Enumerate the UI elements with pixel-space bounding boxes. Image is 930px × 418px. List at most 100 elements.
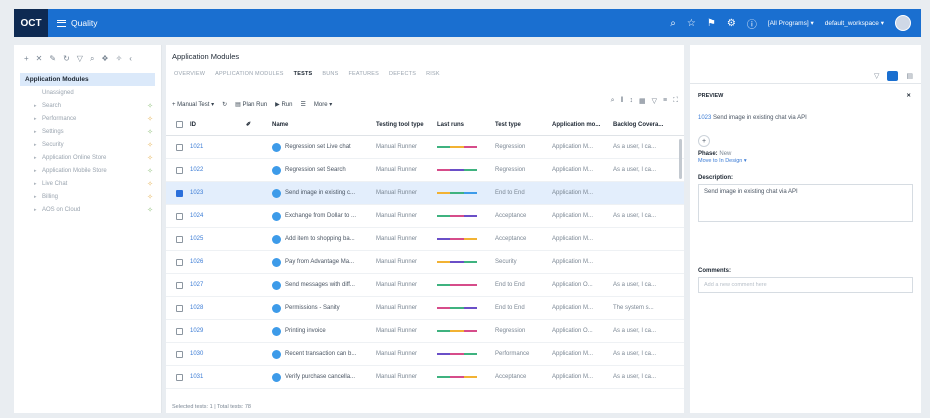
expand-arrow-icon[interactable]: ▸ [34, 194, 42, 200]
table-row[interactable]: 1030 Recent transaction can b... Manual Ru… [166, 343, 684, 366]
notification-icon[interactable]: ⚑ [707, 18, 716, 29]
expand-arrow-icon[interactable]: ▸ [34, 181, 42, 187]
help-icon[interactable]: ⓘ [747, 16, 757, 31]
column-header-backlog[interactable]: Backlog Covera... [613, 114, 663, 135]
tree-item[interactable]: ▸ Performance ✧ [14, 112, 161, 125]
test-name[interactable]: Regression set Search [272, 159, 376, 181]
column-header-name[interactable]: Name [272, 114, 376, 135]
column-header-last-runs[interactable]: Last runs [437, 114, 487, 135]
tree-item[interactable]: ▸ AOS on Cloud ✧ [14, 203, 161, 216]
tree-item[interactable]: ▸ Security ✧ [14, 138, 161, 151]
group-icon[interactable]: ≡ [663, 97, 667, 105]
comment-input[interactable]: Add a new comment here [698, 277, 913, 293]
table-row[interactable]: 1021 Regression set Live chat Manual Runne… [166, 136, 684, 159]
tree-item[interactable]: ▸ Settings ✧ [14, 125, 161, 138]
test-name[interactable]: Recent transaction can b... [272, 343, 376, 365]
row-checkbox[interactable] [176, 212, 183, 220]
tab-risk[interactable]: RISK [426, 71, 440, 77]
close-icon[interactable]: ✕ [906, 93, 911, 107]
tree-item[interactable]: ▸ Live Chat ✧ [14, 177, 161, 190]
expand-icon[interactable]: ⛶ [673, 97, 678, 105]
test-id-link[interactable]: 1024 [190, 205, 230, 227]
test-id-link[interactable]: 1023 [190, 182, 230, 204]
tree-item[interactable]: ▸ Billing ✧ [14, 190, 161, 203]
table-row[interactable]: 1025 Add item to shopping ba... Manual Run… [166, 228, 684, 251]
tree-item[interactable]: ▸ Application Online Store ✧ [14, 151, 161, 164]
expand-arrow-icon[interactable]: ▸ [34, 142, 42, 148]
table-row[interactable]: 1023 Send image in existing c... Manual Ru… [166, 182, 684, 205]
add-icon[interactable]: + [698, 135, 710, 147]
tab-buns[interactable]: BUNS [322, 71, 338, 77]
filter-icon[interactable]: ▽ [77, 54, 83, 69]
workspace-selector[interactable]: default_workspace ▾ [825, 19, 884, 27]
table-row[interactable]: 1026 Pay from Advantage Ma... Manual Runne… [166, 251, 684, 274]
select-all-checkbox[interactable] [176, 121, 183, 128]
expand-arrow-icon[interactable]: ▸ [34, 103, 42, 109]
test-name[interactable]: Add item to shopping ba... [272, 228, 376, 250]
add-icon[interactable]: + [24, 54, 29, 69]
collapse-icon[interactable]: ‹ [129, 54, 132, 69]
tab-features[interactable]: FEATURES [348, 71, 379, 77]
test-id-link[interactable]: 1026 [190, 251, 230, 273]
row-checkbox[interactable] [176, 166, 183, 174]
edit-icon[interactable]: ✎ [49, 54, 56, 69]
run-button[interactable]: ▶ Run [275, 101, 292, 108]
test-name[interactable]: Permissions - Sanity [272, 297, 376, 319]
tree-item[interactable]: ▸ Search ✧ [14, 99, 161, 112]
test-id-link[interactable]: 1028 [190, 297, 230, 319]
delete-icon[interactable]: ✕ [36, 54, 43, 69]
column-header-test-type[interactable]: Test type [495, 114, 549, 135]
search-icon[interactable]: ⌕ [90, 54, 94, 69]
refresh-icon[interactable]: ↻ [222, 101, 227, 108]
test-name[interactable]: Printing invoice [272, 320, 376, 342]
search-icon[interactable]: ⌕ [611, 97, 615, 105]
table-row[interactable]: 1031 Verify purchase cancella... Manual Ru… [166, 366, 684, 389]
table-row[interactable]: 1029 Printing invoice Manual Runner Regress… [166, 320, 684, 343]
refresh-icon[interactable]: ↻ [63, 54, 70, 69]
tab-defects[interactable]: DEFECTS [389, 71, 416, 77]
preview-toggle-icon[interactable] [887, 71, 899, 81]
grid-icon[interactable]: ▦ [639, 97, 646, 105]
row-checkbox[interactable] [176, 189, 183, 197]
table-row[interactable]: 1028 Permissions - Sanity Manual Runner End… [166, 297, 684, 320]
expand-arrow-icon[interactable]: ▸ [34, 168, 42, 174]
more-button[interactable]: More ▾ [314, 101, 332, 108]
columns-icon[interactable]: ‖ [621, 97, 624, 105]
pin-icon[interactable]: ❖ [101, 54, 108, 69]
expand-arrow-icon[interactable]: ▸ [34, 129, 42, 135]
test-id-link[interactable]: 1022 [190, 159, 230, 181]
move-icon[interactable]: ✧ [116, 54, 123, 69]
test-id-link[interactable]: 1027 [190, 274, 230, 296]
test-id-link[interactable]: 1025 [190, 228, 230, 250]
module-switcher[interactable]: Quality [57, 18, 97, 28]
expand-arrow-icon[interactable]: ▸ [34, 155, 42, 161]
sort-icon[interactable]: ↕ [629, 97, 633, 105]
tree-item[interactable]: ▸ Application Mobile Store ✧ [14, 164, 161, 177]
expand-arrow-icon[interactable]: ▸ [34, 207, 42, 213]
expand-arrow-icon[interactable]: ▸ [34, 116, 42, 122]
row-checkbox[interactable] [176, 373, 183, 381]
filter-icon[interactable]: ▽ [652, 97, 657, 105]
description-field[interactable]: Send image in existing chat via API [698, 184, 913, 222]
column-header-id[interactable]: ID [190, 114, 230, 135]
settings-icon[interactable]: ⚙ [727, 18, 736, 29]
test-name[interactable]: Verify purchase cancella... [272, 366, 376, 388]
row-checkbox[interactable] [176, 258, 183, 266]
test-name[interactable]: Send messages with diff... [272, 274, 376, 296]
table-row[interactable]: 1022 Regression set Search Manual Runner Re… [166, 159, 684, 182]
table-row[interactable]: 1024 Exchange from Dollar to ... Manual Ru… [166, 205, 684, 228]
test-id-link[interactable]: 1021 [190, 136, 230, 158]
tab-tests[interactable]: TESTS [294, 71, 313, 77]
test-id-link[interactable]: 1030 [190, 343, 230, 365]
new-test-button[interactable]: + Manual Test ▾ [172, 101, 214, 108]
row-checkbox[interactable] [176, 304, 183, 312]
row-checkbox[interactable] [176, 235, 183, 243]
row-checkbox[interactable] [176, 327, 183, 335]
plan-run-button[interactable]: ▤ Plan Run [235, 101, 267, 108]
test-id-link[interactable]: 1031 [190, 366, 230, 388]
grid-scrollbar[interactable] [679, 139, 682, 179]
tab-overview[interactable]: OVERVIEW [174, 71, 205, 77]
star-icon[interactable]: ☆ [687, 18, 696, 29]
list-icon[interactable]: ▤ [906, 72, 913, 80]
tree-item[interactable]: Unassigned [14, 86, 161, 99]
